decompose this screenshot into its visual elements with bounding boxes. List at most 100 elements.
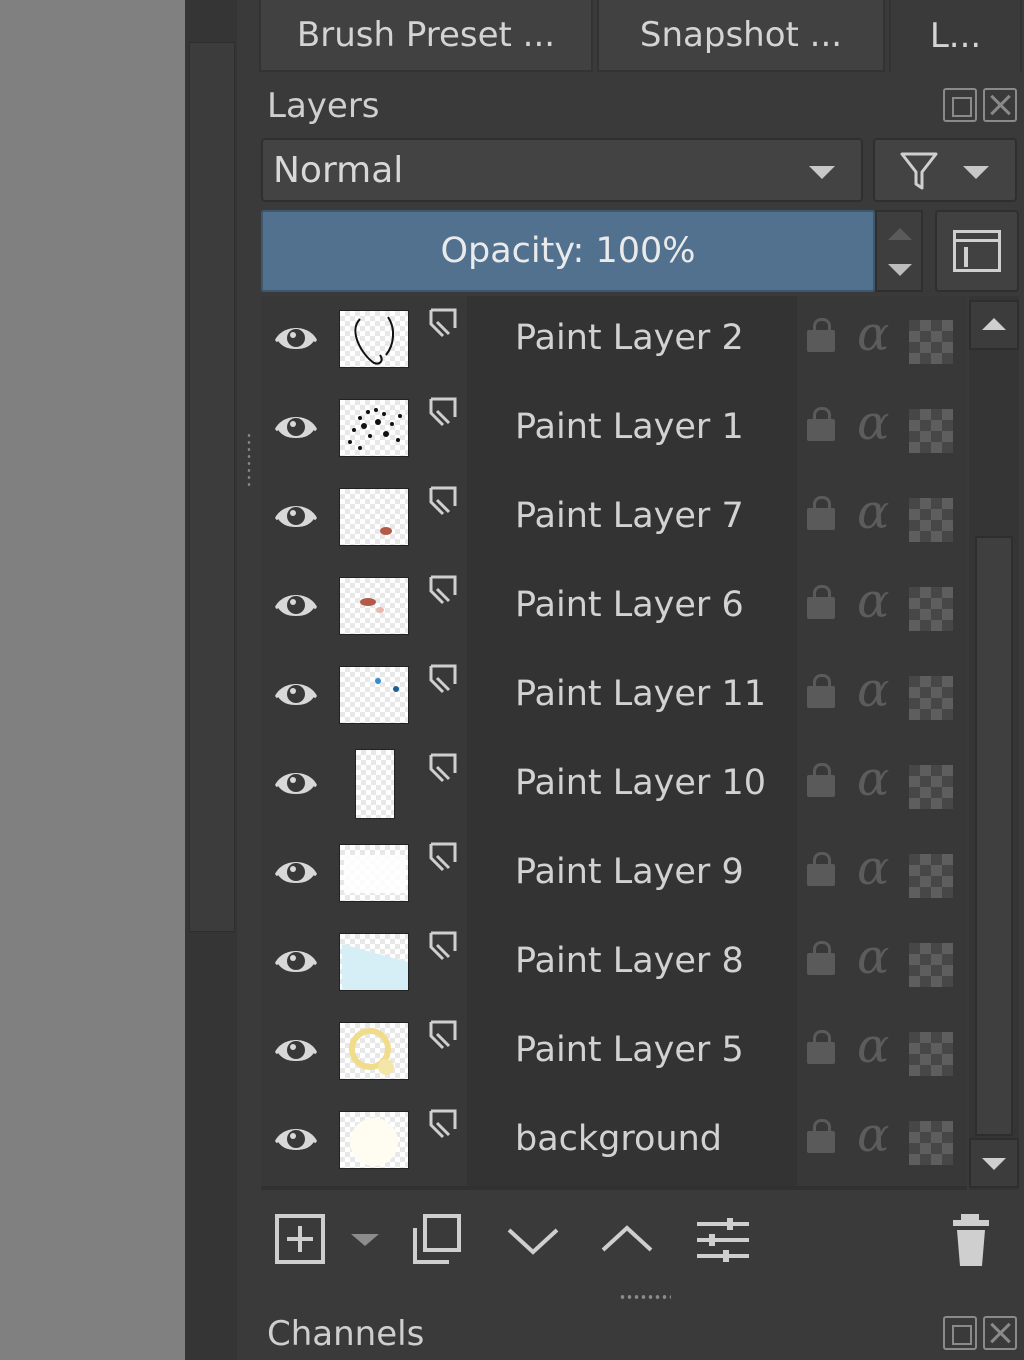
checker-icon[interactable] bbox=[909, 676, 953, 720]
alpha-lock-icon[interactable]: α bbox=[857, 484, 889, 540]
checker-icon[interactable] bbox=[909, 765, 953, 809]
layer-thumbnail[interactable] bbox=[339, 933, 409, 991]
checker-icon[interactable] bbox=[909, 587, 953, 631]
tab-brush-presets[interactable]: Brush Preset ... bbox=[259, 0, 593, 72]
chevron-up-icon[interactable] bbox=[888, 228, 912, 240]
tab-layers[interactable]: L... bbox=[889, 0, 1022, 72]
eye-icon[interactable] bbox=[273, 585, 319, 625]
alpha-lock-icon[interactable]: α bbox=[857, 751, 889, 807]
checker-icon[interactable] bbox=[909, 1121, 953, 1165]
layer-name-cell[interactable]: Paint Layer 5 bbox=[467, 1008, 797, 1097]
alpha-lock-icon[interactable]: α bbox=[857, 395, 889, 451]
layer-name-cell[interactable]: Paint Layer 11 bbox=[467, 652, 797, 741]
eye-icon[interactable] bbox=[273, 407, 319, 447]
layer-name-cell[interactable]: Paint Layer 1 bbox=[467, 385, 797, 474]
clone-layer-icon[interactable] bbox=[427, 662, 461, 696]
eye-icon[interactable] bbox=[273, 763, 319, 803]
layer-row[interactable]: background α bbox=[261, 1097, 967, 1186]
scroll-up-button[interactable] bbox=[969, 300, 1019, 350]
layer-row[interactable]: Paint Layer 1 α bbox=[261, 385, 967, 474]
close-icon[interactable] bbox=[983, 88, 1017, 122]
clone-layer-icon[interactable] bbox=[427, 751, 461, 785]
checker-icon[interactable] bbox=[909, 854, 953, 898]
lock-icon[interactable] bbox=[807, 674, 835, 708]
float-icon[interactable] bbox=[943, 1316, 977, 1350]
lock-icon[interactable] bbox=[807, 318, 835, 352]
delete-layer-icon[interactable] bbox=[947, 1210, 1007, 1270]
lock-icon[interactable] bbox=[807, 585, 835, 619]
layer-properties-icon[interactable] bbox=[693, 1210, 753, 1270]
alpha-lock-icon[interactable]: α bbox=[857, 662, 889, 718]
lock-icon[interactable] bbox=[807, 763, 835, 797]
layer-row[interactable]: Paint Layer 11 α bbox=[261, 652, 967, 741]
close-icon[interactable] bbox=[983, 1316, 1017, 1350]
checker-icon[interactable] bbox=[909, 409, 953, 453]
view-options-button[interactable] bbox=[935, 210, 1019, 292]
checker-icon[interactable] bbox=[909, 943, 953, 987]
resize-grip-icon[interactable] bbox=[246, 432, 252, 488]
eye-icon[interactable] bbox=[273, 318, 319, 358]
eye-icon[interactable] bbox=[273, 1030, 319, 1070]
eye-icon[interactable] bbox=[273, 496, 319, 536]
move-layer-down-icon[interactable] bbox=[503, 1210, 563, 1270]
tab-snapshot[interactable]: Snapshot ... bbox=[597, 0, 885, 72]
layer-row[interactable]: Paint Layer 9 α bbox=[261, 830, 967, 919]
eye-icon[interactable] bbox=[273, 674, 319, 714]
scrollbar-thumb[interactable] bbox=[975, 536, 1013, 1136]
eye-icon[interactable] bbox=[273, 941, 319, 981]
alpha-lock-icon[interactable]: α bbox=[857, 306, 889, 362]
layer-row[interactable]: Paint Layer 10 α bbox=[261, 741, 967, 830]
chevron-down-icon[interactable] bbox=[888, 264, 912, 276]
layer-row[interactable]: Paint Layer 7 α bbox=[261, 474, 967, 563]
canvas-area[interactable] bbox=[0, 0, 185, 1360]
lock-icon[interactable] bbox=[807, 852, 835, 886]
alpha-lock-icon[interactable]: α bbox=[857, 840, 889, 896]
clone-layer-icon[interactable] bbox=[427, 1018, 461, 1052]
clone-layer-icon[interactable] bbox=[427, 1107, 461, 1141]
clone-layer-icon[interactable] bbox=[427, 929, 461, 963]
lock-icon[interactable] bbox=[807, 407, 835, 441]
layer-name-cell[interactable]: Paint Layer 2 bbox=[467, 296, 797, 385]
chevron-down-icon[interactable] bbox=[345, 1210, 385, 1270]
checker-icon[interactable] bbox=[909, 498, 953, 542]
layer-thumbnail[interactable] bbox=[355, 749, 395, 819]
alpha-lock-icon[interactable]: α bbox=[857, 1018, 889, 1074]
clone-layer-icon[interactable] bbox=[427, 395, 461, 429]
layer-thumbnail[interactable] bbox=[339, 399, 409, 457]
layer-row[interactable]: Paint Layer 5 α bbox=[261, 1008, 967, 1097]
scroll-down-button[interactable] bbox=[969, 1138, 1019, 1188]
opacity-spinner[interactable] bbox=[875, 210, 923, 292]
layer-name-cell[interactable]: Paint Layer 6 bbox=[467, 563, 797, 652]
layer-thumbnail[interactable] bbox=[339, 310, 409, 368]
lock-icon[interactable] bbox=[807, 1030, 835, 1064]
layer-thumbnail[interactable] bbox=[339, 1022, 409, 1080]
move-layer-up-icon[interactable] bbox=[597, 1210, 657, 1270]
checker-icon[interactable] bbox=[909, 320, 953, 364]
clone-layer-icon[interactable] bbox=[427, 840, 461, 874]
clone-layer-icon[interactable] bbox=[427, 306, 461, 340]
clone-layer-icon[interactable] bbox=[427, 573, 461, 607]
layer-thumbnail[interactable] bbox=[339, 666, 409, 724]
layer-row[interactable]: Paint Layer 8 α bbox=[261, 919, 967, 1008]
duplicate-layer-icon[interactable] bbox=[409, 1210, 469, 1270]
float-icon[interactable] bbox=[943, 88, 977, 122]
lock-icon[interactable] bbox=[807, 496, 835, 530]
layer-row[interactable]: Paint Layer 6 α bbox=[261, 563, 967, 652]
layer-name-cell[interactable]: Paint Layer 9 bbox=[467, 830, 797, 919]
layer-name-cell[interactable]: Paint Layer 7 bbox=[467, 474, 797, 563]
layer-name-cell[interactable]: Paint Layer 10 bbox=[467, 741, 797, 830]
checker-icon[interactable] bbox=[909, 1032, 953, 1076]
eye-icon[interactable] bbox=[273, 852, 319, 892]
add-layer-icon[interactable] bbox=[273, 1210, 333, 1270]
lock-icon[interactable] bbox=[807, 941, 835, 975]
layer-thumbnail[interactable] bbox=[339, 488, 409, 546]
layer-thumbnail[interactable] bbox=[339, 577, 409, 635]
clone-layer-icon[interactable] bbox=[427, 484, 461, 518]
layer-name-cell[interactable]: background bbox=[467, 1097, 797, 1186]
layer-thumbnail[interactable] bbox=[339, 1111, 409, 1169]
layer-row[interactable]: Paint Layer 2 α bbox=[261, 296, 967, 385]
blend-mode-select[interactable]: Normal bbox=[261, 138, 863, 202]
layer-filter-button[interactable] bbox=[873, 138, 1017, 202]
eye-icon[interactable] bbox=[273, 1119, 319, 1159]
lock-icon[interactable] bbox=[807, 1119, 835, 1153]
